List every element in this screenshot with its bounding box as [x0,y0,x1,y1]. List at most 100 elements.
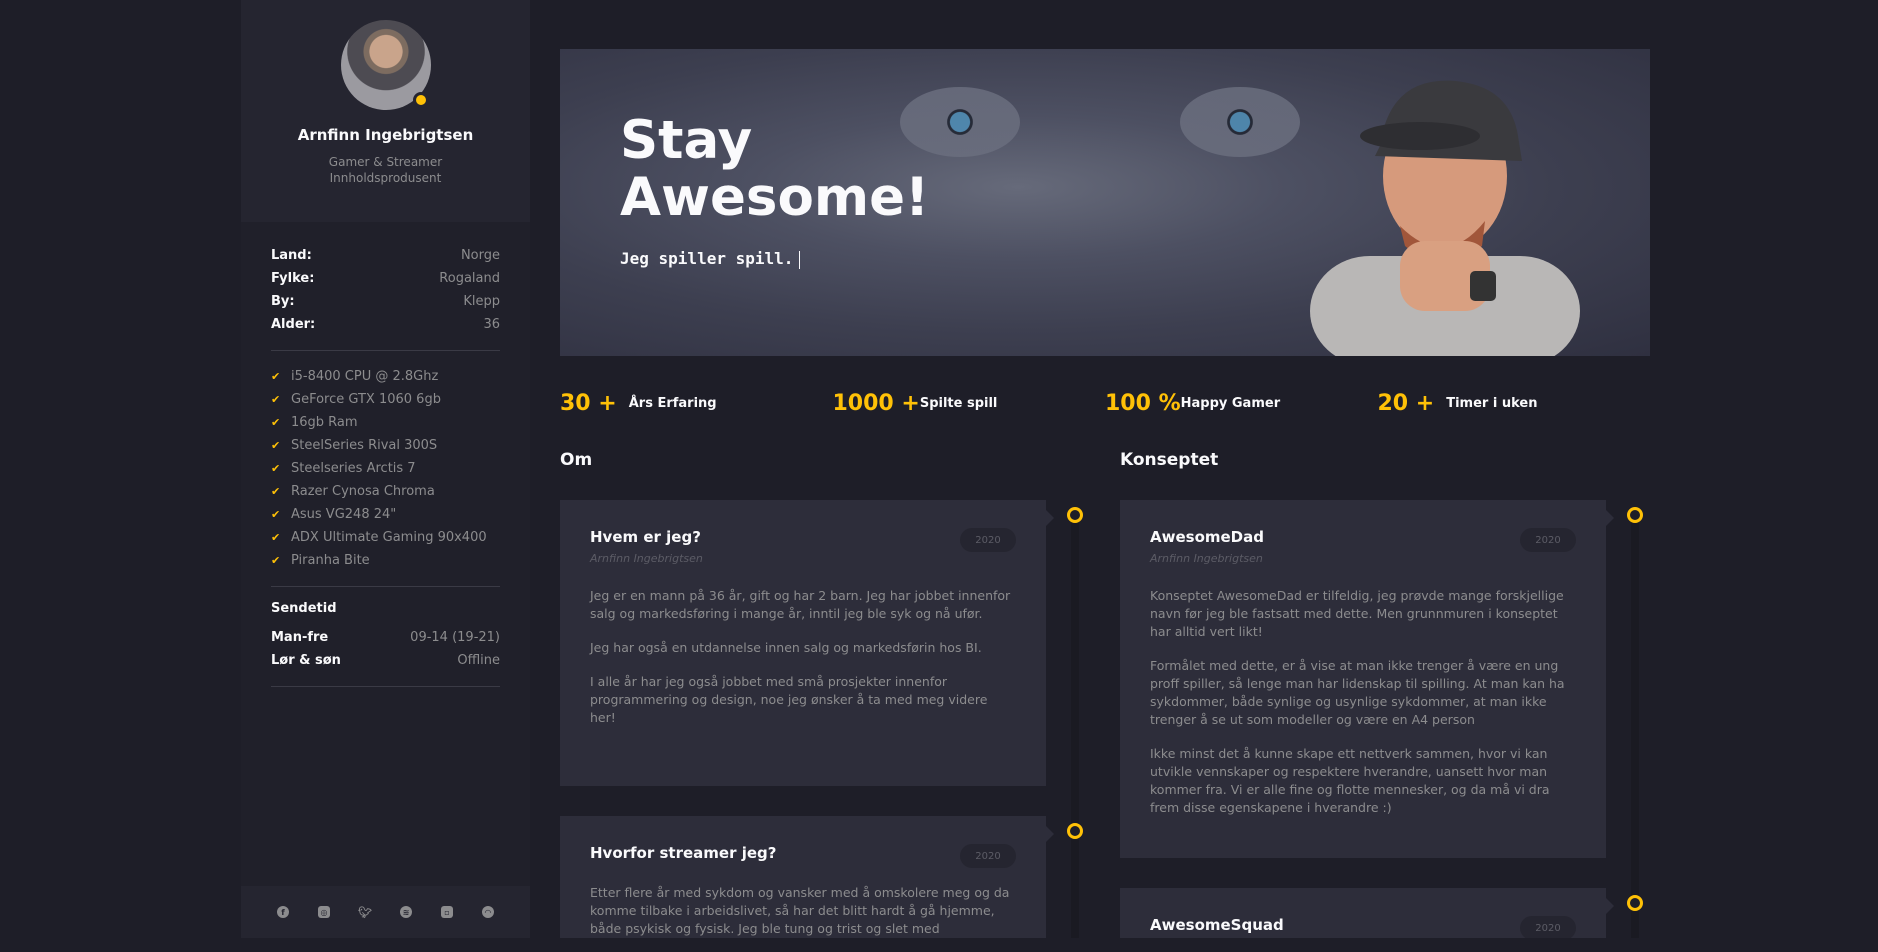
gear-label: 16gb Ram [291,415,358,430]
check-icon: ✔ [271,370,281,383]
card-author: Arnfinn Ingebrigtsen [1150,552,1263,565]
twitter-icon[interactable]: 🐦︎ [356,903,375,922]
stat-happy: 100 % Happy Gamer [1105,389,1378,417]
gear-item: ✔ Steelseries Arctis 7 [271,457,500,480]
gear-label: Piranha Bite [291,553,370,568]
info-value: Rogaland [439,271,500,286]
gear-item: ✔ 16gb Ram [271,411,500,434]
schedule-row-weekend: Lør & søn Offline [271,649,500,672]
spotify-icon[interactable]: ≋ [397,903,416,922]
stat-games: 1000 + Spilte spill [833,389,1106,417]
sidebar: Arnfinn Ingebrigtsen Gamer & Streamer In… [241,0,530,938]
divider [271,586,500,587]
gear-item: ✔ SteelSeries Rival 300S [271,434,500,457]
text-caret [799,250,801,269]
card-paragraph: Ikke minst det å kunne skape ett nettver… [1150,746,1550,815]
gear-label: Steelseries Arctis 7 [291,461,416,476]
card-awesomedad: AwesomeDad Arnfinn Ingebrigtsen 2020 Kon… [1120,500,1614,858]
info-key: Land: [271,248,312,263]
info-value: 36 [483,317,500,332]
gear-item: ✔ GeForce GTX 1060 6gb [271,388,500,411]
year-badge: 2020 [960,528,1016,552]
stat-number: 1000 + [832,390,920,416]
typed-text: Jeg spiller spill. [620,249,794,268]
main-content: Stay Awesome! Jeg spiller spill. 30 + Års… [530,0,1680,938]
card-author: Arnfinn Ingebrigtsen [590,552,703,565]
info-row-alder: Alder: 36 [271,313,500,336]
gear-item: ✔ i5-8400 CPU @ 2.8Ghz [271,365,500,388]
check-icon: ✔ [271,393,281,406]
stat-label: Timer i uken [1446,395,1538,411]
profile-card: Arnfinn Ingebrigtsen Gamer & Streamer In… [241,0,530,222]
hero-banner: Stay Awesome! Jeg spiller spill. [560,49,1650,356]
snapchat-icon[interactable]: ◠ [479,903,498,922]
stat-number: 30 + [560,390,617,416]
profile-role-line: Gamer & Streamer [328,155,443,169]
sidebar-details: Land: Norge Fylke: Rogaland By: Klepp Alder… [241,222,530,687]
instagram-icon[interactable]: ◎ [315,903,334,922]
check-icon: ✔ [271,439,281,452]
info-row-by: By: Klepp [271,290,500,313]
gear-label: Razer Cynosa Chroma [291,484,435,499]
card-paragraph: I alle år har jeg også jobbet med små pr… [590,674,988,725]
info-key: Alder: [271,317,316,332]
card-paragraph: Konseptet AwesomeDad er tilfeldig, jeg p… [1150,588,1564,639]
stats-row: 30 + Års Erfaring 1000 + Spilte spill 100 … [560,389,1650,417]
profile-role: Gamer & Streamer Innholdsprodusent [241,154,530,186]
schedule-title: Sendetid [271,601,337,616]
hero-title-line: Stay [620,110,753,171]
stat-number: 100 % [1105,390,1181,416]
stat-hours: 20 + Timer i uken [1378,389,1651,417]
hero-title-line: Awesome! [620,167,930,228]
gear-item: ✔ Razer Cynosa Chroma [271,480,500,503]
profile-name: Arnfinn Ingebrigtsen [297,126,474,144]
card-title: AwesomeDad [1150,528,1264,546]
gear-label: SteelSeries Rival 300S [291,438,438,453]
timeline-dot [1067,507,1083,523]
schedule-row-weekday: Man-fre 09-14 (19-21) [271,626,500,649]
section-title-om: Om [560,450,593,470]
check-icon: ✔ [271,462,281,475]
card-awesomesquad: AwesomeSquad 2020 [1120,888,1614,938]
facebook-icon[interactable]: f [274,903,293,922]
card-hvorfor-streamer: Hvorfor streamer jeg? 2020 Etter flere å… [560,816,1054,938]
stat-label: Happy Gamer [1180,395,1281,411]
card-paragraph: Jeg er en mann på 36 år, gift og har 2 b… [590,588,1011,621]
discord-icon[interactable]: ▫ [438,903,457,922]
hero-title: Stay Awesome! [620,112,929,226]
timeline-dot [1067,823,1083,839]
check-icon: ✔ [271,485,281,498]
card-title: AwesomeSquad [1150,916,1284,934]
stat-label: Spilte spill [919,395,998,411]
schedule-key: Lør & søn [271,653,341,668]
timeline-dot [1627,895,1643,911]
year-badge: 2020 [1520,528,1576,552]
info-row-fylke: Fylke: Rogaland [271,267,500,290]
card-title: Hvorfor streamer jeg? [590,844,777,862]
info-key: Fylke: [271,271,315,286]
profile-role-line: Innholdsprodusent [329,171,442,185]
info-value: Klepp [463,294,500,309]
timeline-dot [1627,507,1643,523]
stat-number: 20 + [1377,390,1435,416]
timeline-line [1071,515,1079,938]
schedule-value: 09-14 (19-21) [410,630,500,645]
info-row-land: Land: Norge [271,244,500,267]
divider [271,350,500,351]
year-badge: 2020 [960,844,1016,868]
check-icon: ✔ [271,531,281,544]
gear-label: GeForce GTX 1060 6gb [291,392,441,407]
info-key: By: [271,294,295,309]
timeline-line [1631,515,1639,938]
hero-portrait [1310,80,1580,356]
hero-typed-text: Jeg spiller spill. [620,249,801,269]
gear-label: Asus VG248 24" [291,507,397,522]
gear-item: ✔ Piranha Bite [271,549,500,572]
divider [271,686,500,687]
app-frame: Arnfinn Ingebrigtsen Gamer & Streamer In… [241,0,1680,938]
check-icon: ✔ [271,508,281,521]
schedule-key: Man-fre [271,630,329,645]
avatar-wrapper [340,20,431,110]
card-paragraph: Formålet med dette, er å vise at man ikk… [1150,658,1565,727]
info-value: Norge [460,248,500,263]
